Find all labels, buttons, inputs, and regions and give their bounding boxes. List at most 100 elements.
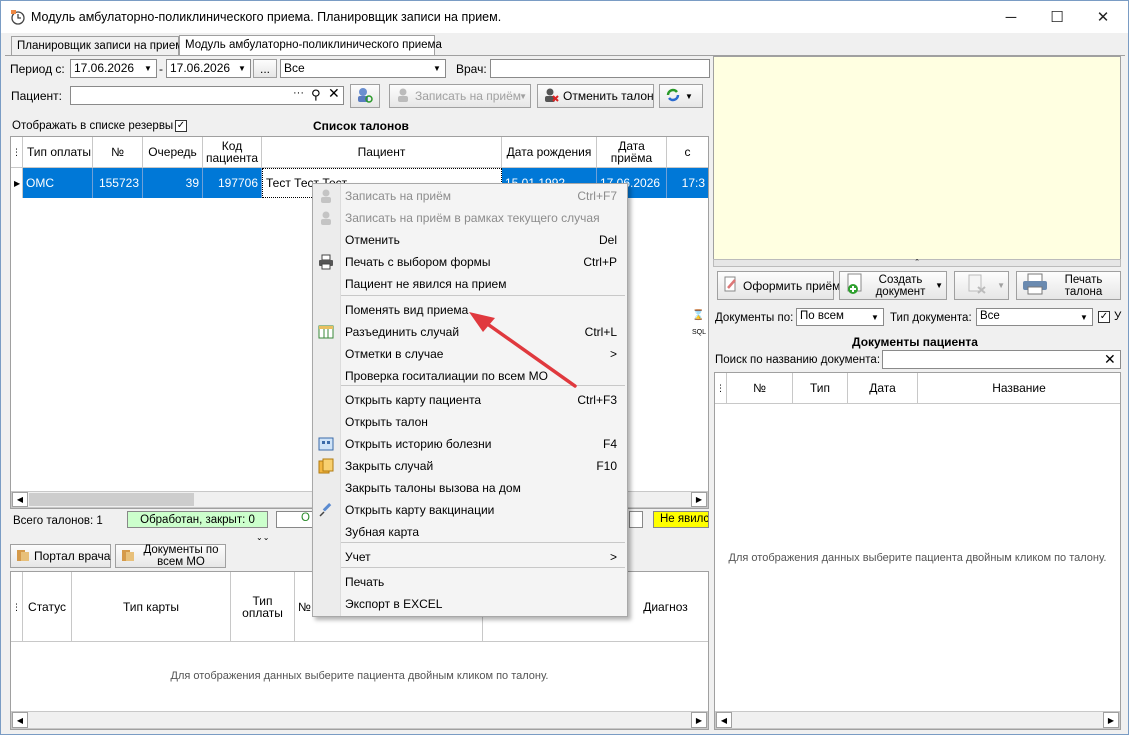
splitter-chevron-icon[interactable]: ⌄⌄ <box>256 533 269 542</box>
scroll-left-icon[interactable]: ◀ <box>12 492 28 507</box>
col-patient-code[interactable]: Код пациента <box>203 137 262 167</box>
portal-icon <box>16 548 30 565</box>
col-doc-number[interactable]: № <box>727 373 793 403</box>
scroll-left-icon[interactable]: ◀ <box>716 712 732 728</box>
menu-item[interactable]: Учет > <box>345 546 625 568</box>
doc-search-input[interactable] <box>882 350 1121 369</box>
menu-item[interactable]: Отменить Del <box>345 229 625 251</box>
col-patient[interactable]: Пациент <box>262 137 502 167</box>
documents-empty-text: Для отображения данных выберите пациента… <box>728 552 1107 564</box>
talons-grid-header: ⋮ Тип оплаты № Очередь Код пациента Паци… <box>11 137 708 168</box>
grid-menu-icon[interactable]: ⋮ <box>11 137 23 167</box>
grid-menu-icon[interactable]: ⋮ <box>11 572 23 641</box>
chevron-down-icon[interactable]: ▼ <box>868 309 882 325</box>
date-to-input[interactable]: 17.06.2026 ▼ <box>166 59 251 78</box>
show-reserves-label: Отображать в списке резервы <box>12 120 174 132</box>
col-number[interactable]: № <box>93 137 143 167</box>
date-from-input[interactable]: 17.06.2026 ▼ <box>70 59 157 78</box>
col-doc-date[interactable]: Дата <box>848 373 918 403</box>
splitter-up-icon[interactable]: ⌃ <box>713 259 1121 267</box>
minimize-button[interactable]: ─ <box>988 1 1034 33</box>
chevron-down-icon[interactable]: ▼ <box>935 281 943 290</box>
menu-item-label: Записать на приём в рамках текущего случ… <box>345 211 600 225</box>
create-document-label: Создать документ <box>875 273 926 298</box>
documents-grid: ⋮ № Тип Дата Название Для отображения да… <box>714 372 1121 730</box>
scroll-left-icon[interactable]: ◀ <box>12 712 28 728</box>
menu-item[interactable]: Закрыть талоны вызова на дом <box>345 477 625 499</box>
grid-menu-icon[interactable]: ⋮ <box>715 373 727 403</box>
person-add-icon <box>318 188 334 204</box>
chevron-down-icon[interactable]: ▼ <box>519 92 527 101</box>
col-status[interactable]: Статус <box>23 572 72 641</box>
cell-patient-code: 197706 <box>203 168 262 198</box>
menu-item[interactable]: Открыть карту вакцинации <box>345 499 625 521</box>
record-appointment-button[interactable]: Записать на приём ▼ <box>389 84 531 108</box>
col-doc-name[interactable]: Название <box>918 373 1120 403</box>
col-card-type[interactable]: Тип карты <box>72 572 231 641</box>
menu-item[interactable]: Открыть талон <box>345 411 625 433</box>
make-reception-button[interactable]: Оформить приём <box>717 271 840 300</box>
docs-all-mo-button[interactable]: Документы по всем МО <box>115 544 226 568</box>
documents-hscrollbar[interactable]: ◀ ▶ <box>715 711 1120 729</box>
show-reserves-checkbox[interactable]: ✓ <box>175 120 187 132</box>
find-patient-button[interactable] <box>350 84 380 108</box>
close-button[interactable]: ✕ <box>1080 1 1126 33</box>
col-birth-date[interactable]: Дата рождения <box>502 137 597 167</box>
clear-patient-icon[interactable]: ✕ <box>328 85 340 102</box>
period-ellipsis-button[interactable]: ... <box>253 59 277 78</box>
menu-item[interactable]: Пациент не явился на прием <box>345 273 625 295</box>
chevron-down-icon[interactable]: ▼ <box>997 281 1005 290</box>
scroll-right-icon[interactable]: ▶ <box>1103 712 1119 728</box>
menu-item[interactable]: Печать с выбором формы Ctrl+P <box>345 251 625 273</box>
doctor-input[interactable] <box>490 59 710 78</box>
delete-document-button[interactable]: ▼ <box>954 271 1009 300</box>
chevron-down-icon[interactable]: ▼ <box>430 60 444 77</box>
menu-item[interactable]: Записать на приём Ctrl+F7 <box>345 185 625 207</box>
chevron-down-icon[interactable]: ▼ <box>685 92 693 101</box>
clear-search-icon[interactable]: ✕ <box>1104 351 1116 368</box>
col-appointment-date[interactable]: Дата приёма <box>597 137 667 167</box>
col-doc-type[interactable]: Тип <box>793 373 848 403</box>
col-pay-type-2[interactable]: Тип оплаты <box>231 572 295 641</box>
col-from[interactable]: с <box>667 137 708 167</box>
maximize-button[interactable]: ☐ <box>1034 1 1080 33</box>
doc-filter-checkbox[interactable]: ✓ <box>1098 311 1110 323</box>
col-queue[interactable]: Очередь <box>143 137 203 167</box>
cards-hscrollbar[interactable]: ◀ ▶ <box>11 711 708 729</box>
scroll-thumb[interactable] <box>29 493 194 506</box>
menu-item[interactable]: Зубная карта <box>345 521 625 543</box>
tab-scheduler[interactable]: Планировщик записи на прием <box>11 36 183 55</box>
tab-outpatient[interactable]: Модуль амбулаторно-поликлинического прие… <box>179 35 442 56</box>
history-icon <box>318 436 334 452</box>
docs-by-select[interactable]: По всем ▼ <box>796 308 884 326</box>
doc-search-label: Поиск по названию документа: <box>715 354 881 366</box>
person-add-icon <box>395 87 411 106</box>
menu-item[interactable]: Экспорт в EXCEL <box>345 593 625 615</box>
search-icon[interactable]: ⚲ <box>311 87 321 103</box>
refresh-button[interactable]: ▼ <box>659 84 703 108</box>
scroll-right-icon[interactable]: ▶ <box>691 492 707 507</box>
print-ticket-button[interactable]: Печать талона <box>1016 271 1121 300</box>
menu-item[interactable]: Печать <box>345 571 625 593</box>
patient-picker-icon[interactable]: ··· <box>293 87 304 99</box>
doc-type-value: Все <box>980 310 1000 322</box>
date-to-value: 17.06.2026 <box>170 61 231 75</box>
menu-item-label: Записать на приём <box>345 189 452 203</box>
menu-item[interactable]: Записать на приём в рамках текущего случ… <box>345 207 625 229</box>
window-title: Модуль амбулаторно-поликлинического прие… <box>31 10 502 24</box>
cell-pay-type: ОМС <box>23 168 93 198</box>
type-select[interactable]: Все ▼ <box>280 59 446 78</box>
scroll-right-icon[interactable]: ▶ <box>691 712 707 728</box>
menu-item[interactable]: Открыть историю болезни F4 <box>345 433 625 455</box>
chevron-down-icon[interactable]: ▼ <box>1077 309 1091 325</box>
menu-item[interactable]: Закрыть случай F10 <box>345 455 625 477</box>
col-pay-type[interactable]: Тип оплаты <box>23 137 93 167</box>
doctor-portal-button[interactable]: Портал врача <box>10 544 111 568</box>
doc-type-select[interactable]: Все ▼ <box>976 308 1093 326</box>
cancel-ticket-button[interactable]: Отменить талон <box>537 84 654 108</box>
chevron-down-icon[interactable]: ▼ <box>235 60 249 77</box>
create-document-button[interactable]: Создать документ ▼ <box>839 271 947 300</box>
printer-icon <box>318 254 334 270</box>
chevron-down-icon[interactable]: ▼ <box>141 60 155 77</box>
menu-item-shortcut: Del <box>598 233 617 247</box>
